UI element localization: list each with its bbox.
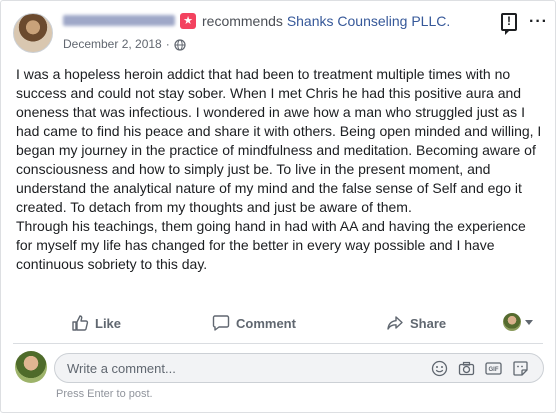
share-arrow-icon <box>387 316 403 330</box>
comment-as-selector[interactable] <box>503 313 533 331</box>
gif-icon[interactable]: GIF <box>485 360 502 377</box>
post-paragraph: Through his teachings, them going hand i… <box>16 218 526 272</box>
comment-button[interactable]: Comment <box>212 311 296 335</box>
comment-input[interactable] <box>67 354 407 382</box>
viewer-mini-avatar <box>503 313 521 331</box>
alert-bubble-icon[interactable]: ! <box>501 13 517 35</box>
post-actions: Like Comment Share <box>13 311 543 335</box>
like-button[interactable]: Like <box>71 311 121 335</box>
author-name-redacted[interactable] <box>63 15 175 26</box>
like-label: Like <box>95 315 122 331</box>
globe-icon[interactable] <box>174 38 186 51</box>
post-hint: Press Enter to post. <box>56 388 153 400</box>
recommendation-line: recommends Shanks Counseling PLLC. <box>202 13 450 30</box>
page-name-link[interactable]: Shanks Counseling PLLC. <box>287 13 450 29</box>
thumbs-up-icon <box>72 315 89 331</box>
recommends-text: recommends <box>202 13 283 29</box>
viewer-avatar[interactable] <box>15 351 47 383</box>
comment-label: Comment <box>236 315 296 331</box>
author-avatar[interactable] <box>13 13 53 53</box>
post-paragraph: I was a hopeless heroin addict that had … <box>16 66 542 215</box>
camera-icon[interactable] <box>458 360 475 377</box>
divider <box>13 343 543 344</box>
recommendation-badge-icon: ★ <box>180 13 196 29</box>
gif-icon-label: GIF <box>489 367 499 373</box>
share-button[interactable]: Share <box>386 311 446 335</box>
comment-composer[interactable]: GIF <box>54 353 544 383</box>
meta-separator: · <box>165 37 170 51</box>
post-date[interactable]: December 2, 2018 <box>63 37 162 52</box>
review-post-card: ★ recommends Shanks Counseling PLLC. Dec… <box>0 0 556 413</box>
comment-bubble-icon <box>212 315 230 331</box>
chevron-down-icon <box>525 319 533 325</box>
more-options-icon[interactable]: ··· <box>529 14 548 30</box>
post-meta: December 2, 2018 · <box>63 37 186 52</box>
sticker-icon[interactable] <box>512 360 529 377</box>
post-body: I was a hopeless heroin addict that had … <box>16 65 546 274</box>
share-label: Share <box>410 315 447 331</box>
emoji-icon[interactable] <box>431 360 448 377</box>
